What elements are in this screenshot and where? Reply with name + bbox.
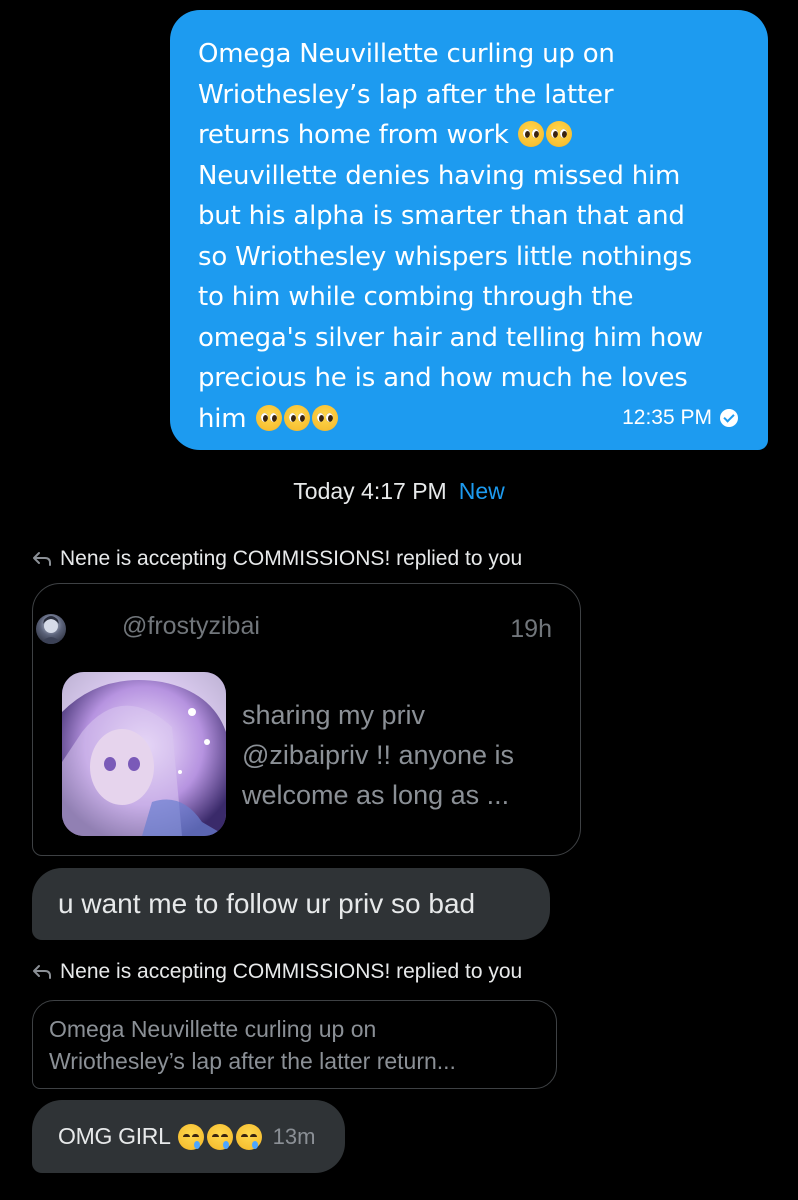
sent-message-text: Omega Neuvillette curling up on Wriothes… (198, 39, 703, 434)
quoted-author-handle[interactable]: @frostyzibai (122, 612, 260, 641)
pleading-face-icon (311, 404, 338, 431)
reply-arrow-icon (32, 964, 52, 980)
received-message-bubble[interactable]: u want me to follow ur priv so bad (32, 868, 550, 940)
quoted-tweet-text: sharing my priv @zibaipriv !! anyone is … (242, 700, 515, 810)
drooling-face-icon (177, 1123, 204, 1150)
emoji-group (177, 1123, 263, 1150)
date-divider: Today 4:17 PM New (0, 475, 798, 507)
read-check-icon (720, 409, 738, 427)
divider-date: Today 4:17 PM (293, 478, 447, 504)
received-message-text: u want me to follow ur priv so bad (58, 888, 476, 919)
pleading-face-icon (517, 121, 544, 147)
received-message-bubble[interactable]: OMG GIRL 13m (32, 1100, 345, 1173)
drooling-face-icon (206, 1123, 233, 1150)
quoted-tweet-image[interactable] (62, 672, 226, 836)
sent-time-label: 12:35 PM (622, 406, 712, 429)
pleading-face-icon (545, 121, 572, 147)
sent-message-bubble[interactable]: Omega Neuvillette curling up on Wriothes… (170, 10, 768, 450)
drooling-face-icon (235, 1123, 262, 1150)
pleading-face-icon (283, 404, 310, 431)
new-messages-label: New (458, 478, 505, 504)
sent-message-timestamp: 12:35 PM (622, 406, 738, 430)
reply-header: Nene is accepting COMMISSIONS! replied t… (32, 960, 522, 984)
pleading-face-icon (255, 404, 282, 431)
reply-header: Nene is accepting COMMISSIONS! replied t… (32, 547, 522, 571)
reply-arrow-icon (32, 551, 52, 567)
received-message-timestamp: 13m (272, 1123, 316, 1149)
reply-header-text: Nene is accepting COMMISSIONS! replied t… (60, 547, 523, 570)
quoted-author-avatar[interactable] (36, 614, 66, 644)
reply-header-text: Nene is accepting COMMISSIONS! replied t… (60, 960, 523, 983)
quoted-tweet-age: 19h (510, 615, 552, 643)
received-message-text: OMG GIRL (58, 1123, 171, 1149)
quoted-message-preview[interactable]: Omega Neuvillette curling up on Wriothes… (32, 1000, 557, 1089)
